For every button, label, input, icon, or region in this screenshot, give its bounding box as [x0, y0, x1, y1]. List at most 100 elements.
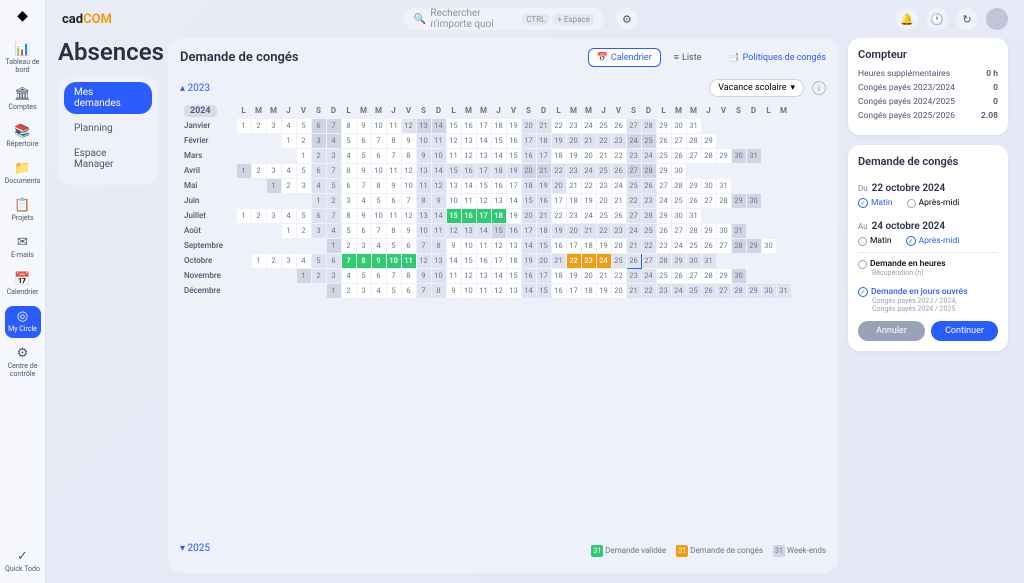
day-cell[interactable]: 16 — [461, 163, 476, 178]
day-cell[interactable]: 17 — [476, 118, 491, 133]
day-cell[interactable]: 8 — [341, 163, 356, 178]
day-cell[interactable]: 25 — [611, 253, 626, 268]
day-cell[interactable]: 31 — [776, 283, 791, 298]
day-cell[interactable]: 16 — [506, 133, 521, 148]
day-cell[interactable]: 8 — [341, 208, 356, 223]
day-cell[interactable]: 18 — [566, 193, 581, 208]
day-cell[interactable]: 22 — [626, 193, 641, 208]
day-cell[interactable]: 12 — [491, 238, 506, 253]
day-cell[interactable]: 18 — [491, 208, 506, 223]
day-cell[interactable]: 20 — [521, 118, 536, 133]
day-cell[interactable]: 5 — [296, 208, 311, 223]
day-cell[interactable]: 17 — [536, 268, 551, 283]
day-cell[interactable]: 1 — [296, 148, 311, 163]
day-cell[interactable]: 3 — [281, 253, 296, 268]
day-cell[interactable]: 6 — [341, 178, 356, 193]
day-cell[interactable]: 23 — [656, 283, 671, 298]
day-cell[interactable]: 9 — [356, 118, 371, 133]
day-cell[interactable]: 18 — [551, 148, 566, 163]
day-cell[interactable]: 18 — [536, 133, 551, 148]
day-cell[interactable]: 4 — [281, 208, 296, 223]
day-cell[interactable]: 24 — [596, 253, 611, 268]
day-cell[interactable]: 19 — [551, 223, 566, 238]
day-cell[interactable]: 2 — [251, 118, 266, 133]
bell-icon[interactable]: 🔔 — [896, 8, 918, 30]
day-cell[interactable]: 21 — [536, 118, 551, 133]
day-cell[interactable]: 1 — [326, 283, 341, 298]
day-cell[interactable]: 7 — [326, 163, 341, 178]
day-cell[interactable]: 12 — [401, 208, 416, 223]
tab-mes-demandes[interactable]: Mes demandes — [64, 82, 152, 114]
day-cell[interactable]: 6 — [386, 193, 401, 208]
day-cell[interactable]: 22 — [551, 163, 566, 178]
day-cell[interactable]: 29 — [746, 238, 761, 253]
day-cell[interactable]: 2 — [311, 148, 326, 163]
day-cell[interactable]: 28 — [731, 283, 746, 298]
nav-documents[interactable]: 📁Documents — [5, 158, 41, 190]
day-cell[interactable]: 20 — [581, 148, 596, 163]
day-cell[interactable]: 6 — [371, 268, 386, 283]
day-cell[interactable]: 13 — [476, 148, 491, 163]
day-cell[interactable]: 27 — [626, 163, 641, 178]
day-cell[interactable]: 6 — [356, 133, 371, 148]
day-cell[interactable]: 10 — [446, 193, 461, 208]
nav-comptes[interactable]: 🏛Comptes — [5, 84, 41, 116]
day-cell[interactable]: 5 — [311, 253, 326, 268]
day-cell[interactable]: 11 — [431, 223, 446, 238]
day-cell[interactable]: 13 — [461, 133, 476, 148]
day-cell[interactable]: 28 — [671, 178, 686, 193]
day-cell[interactable]: 5 — [386, 283, 401, 298]
day-cell[interactable]: 10 — [371, 208, 386, 223]
day-cell[interactable]: 12 — [446, 223, 461, 238]
day-cell[interactable]: 1 — [296, 268, 311, 283]
day-cell[interactable]: 24 — [581, 208, 596, 223]
year-2023-toggle[interactable]: ▴ 2023 — [180, 83, 210, 94]
nav-tableau-de-bord[interactable]: 📊Tableau de bord — [5, 39, 41, 79]
day-cell[interactable]: 24 — [641, 148, 656, 163]
day-cell[interactable]: 3 — [296, 178, 311, 193]
day-cell[interactable]: 10 — [416, 223, 431, 238]
day-cell[interactable]: 19 — [596, 283, 611, 298]
day-cell[interactable]: 29 — [716, 148, 731, 163]
day-cell[interactable]: 29 — [656, 118, 671, 133]
from-afternoon-radio[interactable]: Après-midi — [907, 198, 960, 208]
day-cell[interactable]: 21 — [596, 268, 611, 283]
day-cell[interactable]: 13 — [431, 253, 446, 268]
day-cell[interactable]: 5 — [296, 118, 311, 133]
day-cell[interactable]: 20 — [536, 253, 551, 268]
day-cell[interactable]: 13 — [416, 118, 431, 133]
day-cell[interactable]: 29 — [731, 193, 746, 208]
day-cell[interactable]: 8 — [401, 268, 416, 283]
nav-projets[interactable]: 📋Projets — [5, 195, 41, 227]
day-cell[interactable]: 28 — [686, 223, 701, 238]
search-input[interactable]: 🔍 Rechercher n'importe quoi CTRL+ Espace — [404, 8, 604, 30]
day-cell[interactable]: 7 — [416, 238, 431, 253]
day-cell[interactable]: 17 — [476, 208, 491, 223]
day-cell[interactable]: 27 — [641, 253, 656, 268]
day-cell[interactable]: 14 — [461, 178, 476, 193]
day-cell[interactable]: 6 — [401, 238, 416, 253]
day-cell[interactable]: 7 — [371, 223, 386, 238]
day-cell[interactable]: 12 — [446, 133, 461, 148]
day-cell[interactable]: 21 — [536, 163, 551, 178]
day-cell[interactable]: 17 — [506, 178, 521, 193]
day-cell[interactable]: 25 — [596, 208, 611, 223]
day-cell[interactable]: 3 — [311, 133, 326, 148]
day-cell[interactable]: 14 — [431, 118, 446, 133]
day-cell[interactable]: 28 — [716, 193, 731, 208]
nav-centre-de-contrôle[interactable]: ⚙Centre de contrôle — [5, 343, 41, 383]
day-cell[interactable]: 11 — [476, 238, 491, 253]
day-cell[interactable]: 15 — [461, 253, 476, 268]
day-cell[interactable]: 29 — [701, 133, 716, 148]
day-cell[interactable]: 20 — [521, 208, 536, 223]
day-cell[interactable]: 25 — [626, 178, 641, 193]
day-cell[interactable]: 17 — [566, 283, 581, 298]
day-cell[interactable]: 4 — [371, 283, 386, 298]
day-cell[interactable]: 8 — [416, 193, 431, 208]
day-cell[interactable]: 11 — [386, 163, 401, 178]
day-cell[interactable]: 14 — [521, 238, 536, 253]
day-cell[interactable]: 27 — [716, 238, 731, 253]
day-cell[interactable]: 20 — [596, 193, 611, 208]
day-cell[interactable]: 26 — [641, 178, 656, 193]
day-cell[interactable]: 20 — [581, 268, 596, 283]
